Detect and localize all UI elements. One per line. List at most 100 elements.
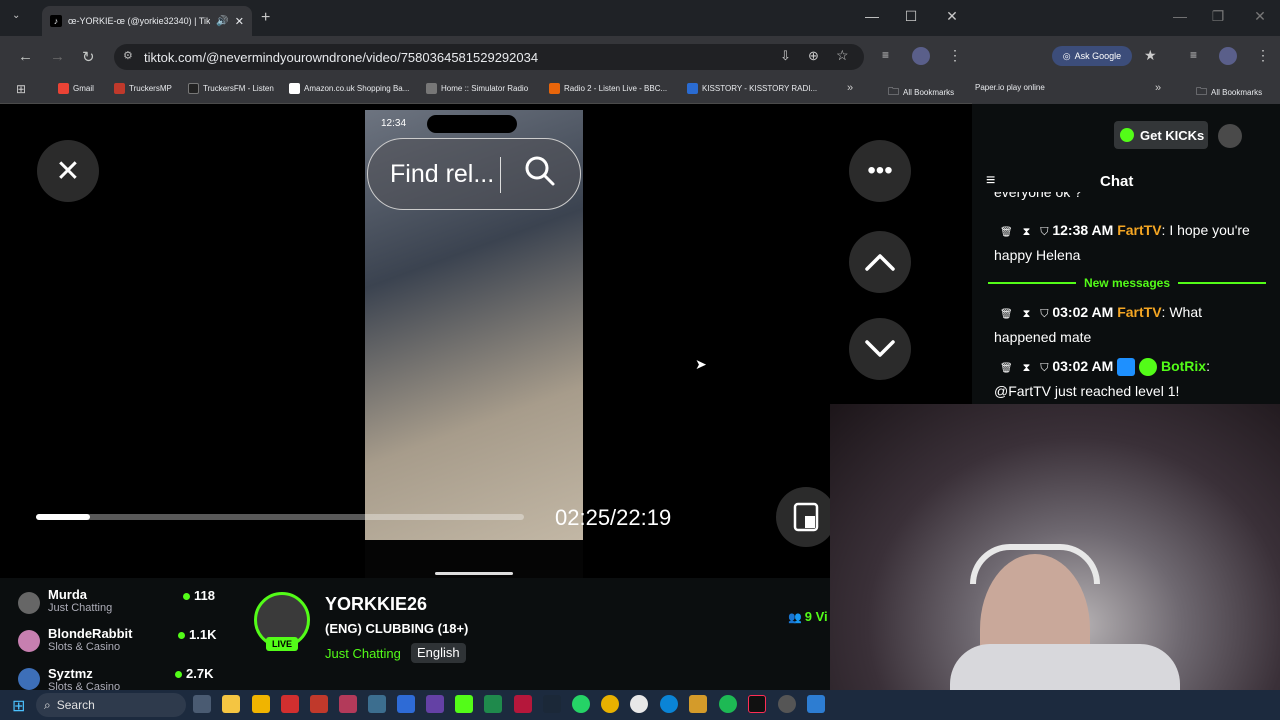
stream-category[interactable]: Just Chatting [325, 646, 401, 661]
app-icon[interactable] [778, 695, 796, 713]
bookmark-truckersfm[interactable]: TruckersFM - Listen [188, 83, 274, 94]
user-avatar[interactable] [1218, 124, 1242, 148]
site-info-icon[interactable]: ⚙ [123, 49, 133, 62]
close-window-button[interactable]: ✕ [942, 8, 962, 25]
progress-track[interactable] [36, 514, 524, 520]
ban-icon[interactable]: ⛉ [1040, 226, 1048, 238]
streamer-name[interactable]: YORKKIE26 [325, 594, 427, 615]
avatar[interactable] [18, 630, 40, 652]
app-icon[interactable] [252, 695, 270, 713]
video-frame[interactable]: 12:34 Find rel... [365, 110, 583, 578]
edge-icon[interactable] [660, 695, 678, 713]
message-username[interactable]: BotRix [1161, 358, 1206, 374]
timeout-icon[interactable]: ⧗ [1023, 226, 1031, 238]
second-minimize-button[interactable]: — [1170, 8, 1190, 24]
kick-icon[interactable] [455, 695, 473, 713]
second-maximize-button[interactable]: ❐ [1208, 8, 1228, 25]
timeout-icon[interactable]: ⧗ [1023, 362, 1031, 374]
close-video-button[interactable]: ✕ [37, 140, 99, 202]
bookmark-gmail[interactable]: Gmail [58, 83, 94, 94]
profile-avatar[interactable] [912, 47, 930, 65]
bookmark-truckersmp[interactable]: TruckersMP [114, 83, 172, 94]
bookmark-simulator-radio[interactable]: Home :: Simulator Radio [426, 83, 528, 94]
whatsapp-icon[interactable] [572, 695, 590, 713]
media-control-icon[interactable]: ≡ [882, 48, 889, 62]
message-username[interactable]: FartTV [1117, 222, 1161, 238]
ban-icon[interactable]: ⛉ [1040, 308, 1048, 320]
bookmark-amazon[interactable]: Amazon.co.uk Shopping Ba... [289, 83, 409, 94]
tab-search-icon[interactable]: ⌄ [12, 10, 20, 21]
second-profile-avatar[interactable] [1219, 47, 1237, 65]
recommended-channel[interactable]: BlondeRabbit Slots & Casino [48, 626, 133, 653]
next-video-button[interactable] [849, 318, 911, 380]
app-icon[interactable] [281, 695, 299, 713]
reload-button[interactable]: ↻ [82, 48, 95, 66]
trash-icon[interactable]: 🗑 [1000, 309, 1013, 320]
twitch-icon[interactable] [426, 695, 444, 713]
previous-video-button[interactable] [849, 231, 911, 293]
forward-button[interactable]: → [50, 48, 65, 65]
second-all-bookmarks[interactable]: 🗀 All Bookmarks [1196, 83, 1262, 102]
message-username[interactable]: FartTV [1117, 304, 1161, 320]
search-icon[interactable] [524, 155, 556, 194]
maximize-button[interactable]: ☐ [901, 8, 921, 25]
task-view-icon[interactable] [193, 695, 211, 713]
mini-player-button[interactable] [776, 487, 836, 547]
recommended-channel[interactable]: Syztmz Slots & Casino [48, 666, 120, 690]
tab-audio-icon[interactable]: 🔊 [216, 16, 228, 27]
file-explorer-icon[interactable] [222, 695, 240, 713]
app-icon[interactable] [514, 695, 532, 713]
bookmark-star-icon[interactable]: ☆ [836, 47, 849, 64]
find-related-search[interactable]: Find rel... [367, 138, 581, 210]
app-icon[interactable] [630, 695, 648, 713]
back-button[interactable]: ← [18, 48, 33, 65]
menu-icon[interactable]: ⋮ [948, 47, 962, 64]
apps-grid-icon[interactable]: ⊞ [16, 82, 26, 96]
all-bookmarks[interactable]: 🗀 All Bookmarks [888, 83, 954, 102]
address-bar[interactable]: ⚙ tiktok.com/@nevermindyourowndrone/vide… [114, 44, 864, 70]
bot-badge-icon [1117, 358, 1136, 377]
app-icon[interactable] [397, 695, 415, 713]
second-media-control-icon[interactable]: ≡ [1190, 48, 1197, 62]
zoom-icon[interactable]: ⊕ [808, 48, 819, 64]
trash-icon[interactable]: 🗑 [1000, 227, 1013, 238]
avatar[interactable] [18, 592, 40, 614]
second-more-bookmarks-icon[interactable]: » [1155, 82, 1161, 94]
minimize-button[interactable]: — [862, 8, 882, 24]
app-icon[interactable] [339, 695, 357, 713]
get-kicks-label: Get KICKs [1140, 127, 1205, 143]
windows-start-icon[interactable]: ⊞ [12, 696, 25, 716]
tiktok-icon[interactable] [748, 695, 766, 713]
language-tag[interactable]: English [411, 643, 466, 663]
chrome-icon[interactable] [601, 695, 619, 713]
tab-close-icon[interactable]: ✕ [235, 15, 244, 28]
more-bookmarks-icon[interactable]: » [847, 82, 853, 94]
spotify-icon[interactable] [719, 695, 737, 713]
steam-icon[interactable] [543, 695, 561, 713]
app-icon[interactable] [368, 695, 386, 713]
timeout-icon[interactable]: ⧗ [1023, 308, 1031, 320]
trash-icon[interactable]: 🗑 [1000, 363, 1013, 374]
ban-icon[interactable]: ⛉ [1040, 362, 1048, 374]
new-tab-button[interactable]: + [261, 9, 270, 27]
app-icon[interactable] [689, 695, 707, 713]
second-menu-icon[interactable]: ⋮ [1256, 47, 1270, 64]
bookmark-paperio[interactable]: Paper.io play online [975, 83, 1045, 92]
second-close-button[interactable]: ✕ [1250, 8, 1270, 25]
phone-time: 12:34 [381, 117, 407, 129]
collapse-chat-icon[interactable]: ≡ [986, 172, 995, 190]
second-bookmark-star-icon[interactable]: ★ [1144, 47, 1157, 64]
app-icon[interactable] [484, 695, 502, 713]
app-icon[interactable] [807, 695, 825, 713]
recommended-channel[interactable]: Murda Just Chatting [48, 587, 112, 614]
get-kicks-button[interactable]: Get KICKs [1114, 121, 1208, 149]
browser-tab[interactable]: ♪ œ-YORKIE-œ (@yorkie32340) | TikTok 🔊 ✕ [42, 6, 252, 36]
avatar[interactable] [18, 668, 40, 690]
install-icon[interactable]: ⇩ [780, 48, 791, 64]
bookmark-kisstory[interactable]: KISSTORY - KISSTORY RADI... [687, 83, 817, 94]
ask-google-button[interactable]: ◎ Ask Google [1052, 46, 1132, 66]
taskbar-search[interactable]: ⌕ Search [36, 693, 186, 717]
bookmark-radio2[interactable]: Radio 2 - Listen Live - BBC... [549, 83, 667, 94]
more-options-button[interactable]: ••• [849, 140, 911, 202]
app-icon[interactable] [310, 695, 328, 713]
